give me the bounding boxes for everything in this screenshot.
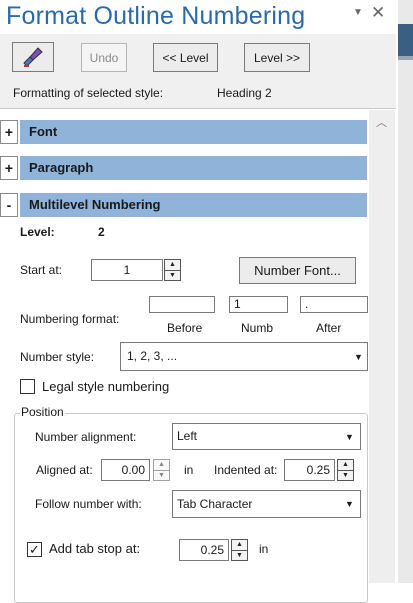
tab-stop-input[interactable]: 0.25 (179, 539, 229, 561)
tab-stop-spinner[interactable]: ▲ ▼ (231, 539, 248, 561)
spin-down-icon[interactable]: ▼ (154, 469, 169, 481)
before-caption: Before (167, 321, 203, 335)
scroll-up-icon[interactable]: ︿ (376, 114, 387, 130)
spin-up-icon[interactable]: ▲ (232, 540, 247, 550)
undo-button[interactable]: Undo (81, 43, 127, 72)
section-font-header[interactable]: Font (20, 120, 367, 144)
vertical-scrollbar[interactable]: ︿ (369, 110, 395, 583)
after-caption: After (316, 321, 342, 335)
spin-up-icon[interactable]: ▲ (165, 260, 180, 270)
legal-style-checkbox[interactable] (20, 379, 35, 394)
collapse-multilevel-toggle[interactable]: - (0, 193, 18, 217)
spin-down-icon[interactable]: ▼ (232, 549, 247, 561)
toolbar-panel: Undo << Level Level >> Formatting of sel… (0, 34, 396, 109)
format-painter-button[interactable] (12, 42, 54, 72)
number-alignment-value: Left (177, 429, 198, 443)
format-painter-icon (23, 47, 43, 67)
follow-number-label: Follow number with: (35, 497, 142, 511)
tab-stop-label: Add tab stop at: (49, 541, 141, 556)
number-style-select[interactable]: 1, 2, 3, ... (120, 342, 368, 371)
spin-down-icon[interactable]: ▼ (338, 469, 353, 481)
number-format-input[interactable]: 1 (229, 296, 288, 313)
aligned-at-label: Aligned at: (36, 463, 93, 477)
next-level-button[interactable]: Level >> (244, 43, 310, 72)
number-alignment-label: Number alignment: (35, 430, 137, 444)
expand-paragraph-toggle[interactable]: + (0, 156, 18, 180)
section-font[interactable]: + Font (0, 120, 367, 144)
number-caption: Numb (241, 321, 274, 335)
number-style-value: 1, 2, 3, ... (127, 349, 178, 363)
follow-number-value: Tab Character (177, 497, 253, 511)
position-group-label: Position (20, 405, 65, 419)
pane-options-dropdown-icon[interactable]: ▼ (353, 7, 363, 18)
level-label: Level: (20, 225, 55, 239)
aligned-at-unit: in (184, 463, 194, 477)
chevron-down-icon[interactable]: ▼ (345, 499, 354, 509)
start-at-spinner[interactable]: ▲ ▼ (164, 259, 181, 281)
aligned-at-input[interactable]: 0.00 (101, 459, 150, 481)
close-icon[interactable]: ✕ (371, 3, 385, 23)
selected-style-name: Heading 2 (217, 86, 272, 100)
start-at-input[interactable]: 1 (91, 259, 163, 281)
number-prefix-input[interactable] (149, 296, 215, 313)
spin-up-icon[interactable]: ▲ (338, 460, 353, 470)
section-multilevel-numbering[interactable]: - Multilevel Numbering (0, 193, 367, 217)
number-suffix-input[interactable]: . (300, 296, 368, 313)
background-window-strip (398, 0, 413, 583)
section-paragraph[interactable]: + Paragraph (0, 156, 367, 180)
section-multilevel-header[interactable]: Multilevel Numbering (20, 193, 367, 217)
numbering-format-label: Numbering format: (20, 312, 120, 326)
previous-level-button[interactable]: << Level (153, 43, 218, 72)
chevron-down-icon[interactable]: ▼ (354, 352, 363, 362)
formatting-label: Formatting of selected style: (13, 86, 164, 100)
chevron-down-icon[interactable]: ▼ (345, 432, 354, 442)
aligned-at-spinner[interactable]: ▲ ▼ (153, 459, 170, 481)
start-at-label: Start at: (20, 263, 63, 277)
legal-style-label: Legal style numbering (42, 379, 170, 394)
section-paragraph-header[interactable]: Paragraph (20, 156, 367, 180)
tab-stop-checkbox[interactable]: ✓ (27, 542, 42, 557)
spin-up-icon[interactable]: ▲ (154, 460, 169, 470)
level-value: 2 (98, 225, 105, 239)
indented-at-input[interactable]: 0.25 (284, 459, 335, 481)
pane-title: Format Outline Numbering (6, 2, 306, 30)
indented-at-spinner[interactable]: ▲ ▼ (337, 459, 354, 481)
spin-down-icon[interactable]: ▼ (165, 269, 180, 281)
number-font-button[interactable]: Number Font... (239, 257, 356, 284)
indented-at-label: Indented at: (214, 463, 278, 477)
background-window-titlebar (398, 24, 413, 56)
tab-stop-unit: in (259, 542, 269, 556)
number-alignment-select[interactable]: Left (172, 423, 361, 450)
background-window-edge (398, 56, 413, 60)
number-style-label: Number style: (20, 350, 95, 364)
expand-font-toggle[interactable]: + (0, 120, 18, 144)
follow-number-select[interactable]: Tab Character (172, 490, 361, 518)
